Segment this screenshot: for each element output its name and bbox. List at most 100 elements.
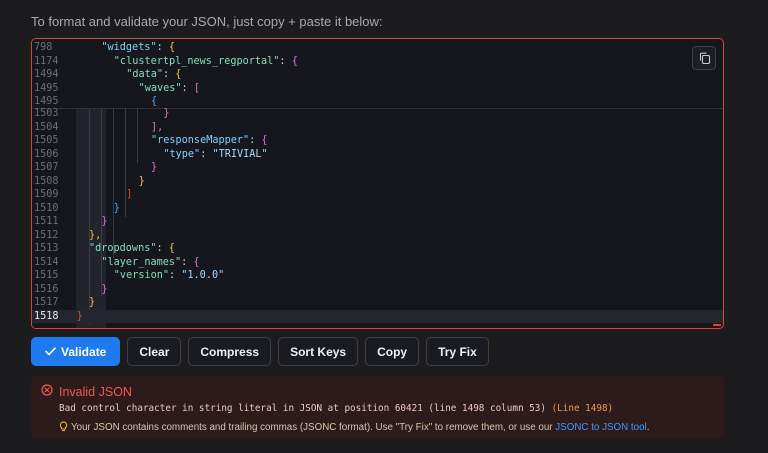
clear-button[interactable]: Clear (127, 337, 182, 366)
code-token: : (181, 256, 194, 268)
code-token: "waves" (138, 82, 182, 94)
error-circle-icon (41, 384, 53, 396)
line-code: "data": { (126, 68, 181, 82)
line-code: ], (151, 121, 163, 135)
hint-message: Your JSON contains comments and trailing… (71, 422, 649, 433)
code-line[interactable]: 1513 "dropdowns": { (32, 242, 723, 256)
code-line[interactable]: 1506 "type": "TRIVIAL" (32, 148, 723, 162)
code-line[interactable]: 1494 "data": { (32, 68, 723, 82)
code-line[interactable]: 1515 "version": "1.0.0" (32, 269, 723, 283)
line-code: ] (126, 188, 132, 202)
toolbar: Validate Clear Compress Sort Keys Copy T… (31, 337, 489, 366)
code-token: "version" (113, 270, 169, 281)
line-code: } (101, 283, 107, 297)
code-line[interactable]: 1505 "responseMapper": { (32, 134, 723, 148)
line-number: 1505 (34, 135, 59, 146)
compress-button[interactable]: Compress (188, 337, 272, 366)
line-number: 1508 (34, 175, 59, 187)
code-line[interactable]: 1504], (32, 121, 723, 135)
copy-icon (699, 52, 711, 65)
code-token: } (101, 216, 108, 227)
code-token: : (169, 270, 182, 281)
code-line[interactable]: 1503} (32, 107, 723, 121)
code-token: : (163, 69, 176, 80)
code-token: } (76, 310, 83, 322)
code-line[interactable]: 1509] (32, 188, 723, 202)
code-token: "data" (126, 69, 163, 80)
jsonc-tool-link[interactable]: JSONC to JSON tool (555, 422, 646, 433)
code-token: [ (193, 82, 200, 94)
code-token: { (193, 256, 200, 268)
json-editor[interactable]: 798 "widgets": {1174 "clustertpl_news_regp… (31, 38, 724, 329)
code-token: } (101, 283, 108, 295)
line-code: } (151, 161, 157, 175)
code-line[interactable]: 1510} (32, 202, 723, 216)
line-code: "waves": [ (139, 82, 200, 96)
copy-button[interactable]: Copy (365, 337, 420, 366)
error-message: Bad control character in string literal … (59, 403, 613, 414)
line-code: "widgets": { (101, 41, 175, 55)
line-code: } (139, 175, 145, 189)
code-token: "clustertpl_news_regportal" (113, 55, 280, 67)
code-token: } (138, 175, 145, 187)
code-token: "layer_names" (101, 256, 182, 268)
code-token: : (181, 82, 194, 94)
code-line[interactable]: 1508} (32, 175, 723, 189)
code-line[interactable]: 1517} (32, 296, 723, 310)
line-number: 1517 (34, 297, 59, 308)
code-line[interactable]: 1495 "waves": [ (32, 82, 723, 96)
error-line-link[interactable]: (Line 1498) (552, 403, 614, 414)
code-token: "responseMapper" (151, 135, 250, 146)
code-token: { (261, 135, 268, 146)
code-token: : (156, 243, 169, 254)
line-code: } (77, 310, 83, 324)
code-token: "dropdowns" (89, 243, 157, 254)
validate-button[interactable]: Validate (31, 337, 121, 366)
code-line[interactable]: 798 "widgets": { (32, 41, 723, 55)
error-message-text: Bad control character in string literal … (59, 403, 546, 414)
line-number: 1174 (34, 55, 59, 67)
error-scroll-marker (713, 324, 721, 326)
code-token: "widgets" (101, 42, 157, 53)
sort-keys-button[interactable]: Sort Keys (278, 337, 359, 366)
line-number: 1514 (34, 256, 59, 268)
line-code: }, (89, 229, 101, 243)
code-token: : (156, 42, 169, 53)
line-number: 1510 (34, 202, 59, 214)
code-token: "TRIVIAL" (212, 148, 268, 160)
line-code: } (114, 202, 120, 216)
code-token: { (291, 55, 298, 67)
line-number: 1512 (34, 229, 59, 241)
code-token: ] (126, 189, 133, 200)
hint-end: . (646, 422, 650, 433)
line-code: "responseMapper": { (151, 134, 268, 148)
line-number: 1504 (34, 121, 59, 133)
line-number: 1503 (34, 108, 59, 119)
code-line[interactable]: 1507} (32, 161, 723, 175)
line-number: 1509 (34, 189, 59, 200)
line-code: "layer_names": { (101, 256, 199, 270)
line-number: 1494 (34, 69, 59, 80)
copy-editor-button[interactable] (692, 46, 716, 70)
code-token: }, (89, 229, 102, 241)
code-token: : (279, 55, 292, 67)
code-line[interactable]: 1511} (32, 215, 723, 229)
line-number: 1515 (34, 270, 59, 281)
code-line[interactable]: 1512}, (32, 229, 723, 243)
code-token: { (175, 69, 182, 80)
code-line[interactable]: 1518} (32, 309, 723, 324)
code-token: { (168, 42, 176, 53)
code-token: ], (151, 121, 164, 133)
code-line[interactable]: 1516} (32, 283, 723, 297)
line-number: 798 (34, 42, 53, 53)
try-fix-button[interactable]: Try Fix (426, 337, 489, 366)
line-number: 1511 (34, 216, 59, 227)
code-line[interactable]: 1174 "clustertpl_news_regportal": { (32, 55, 723, 69)
check-icon (45, 347, 56, 356)
hint-text: Your JSON contains comments and trailing… (71, 422, 556, 433)
line-number: 1518 (34, 310, 59, 322)
code-token: : (249, 135, 262, 146)
code-token: { (151, 96, 158, 107)
code-line[interactable]: 1514 "layer_names": { (32, 256, 723, 270)
lightbulb-icon (59, 421, 68, 432)
